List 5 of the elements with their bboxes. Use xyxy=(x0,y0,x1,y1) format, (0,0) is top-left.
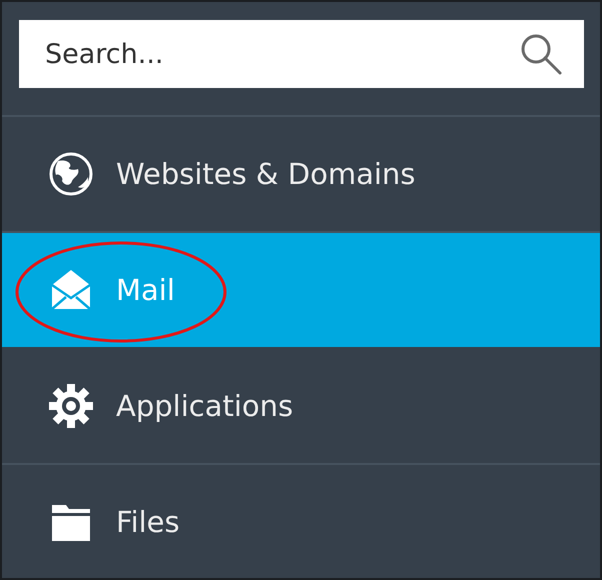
gear-icon xyxy=(48,383,94,429)
search-field[interactable]: Search... xyxy=(19,20,584,88)
globe-icon xyxy=(48,151,94,197)
nav-item[interactable]: Applications xyxy=(2,349,600,465)
nav-item[interactable]: Files xyxy=(2,465,600,578)
